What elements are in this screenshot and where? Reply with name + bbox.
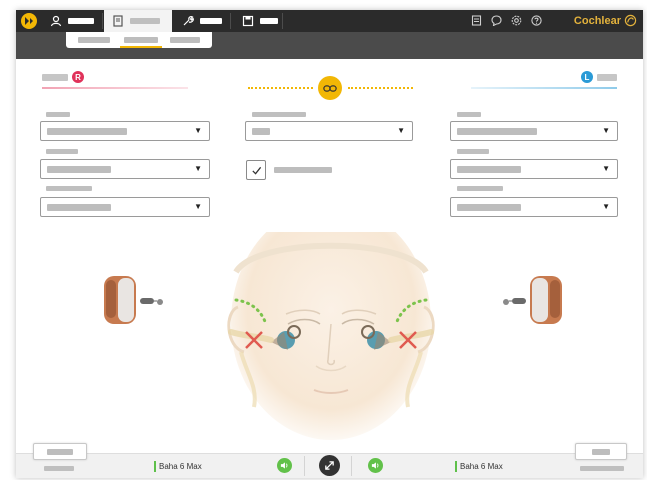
device-status-bar [154, 461, 156, 472]
right-ear-underline [42, 87, 188, 89]
right-field-1-label [46, 112, 70, 117]
subtab-1[interactable] [78, 37, 110, 43]
left-dropdown-2-value [457, 166, 521, 173]
middle-field-label [252, 112, 306, 117]
tab-divider [102, 13, 103, 29]
right-dropdown-2-value [47, 166, 111, 173]
center-toggle-button[interactable] [319, 455, 340, 476]
brand-swirl-icon [624, 14, 637, 27]
chevron-down-icon: ▼ [602, 126, 610, 135]
active-subtab-indicator [120, 46, 162, 48]
left-corner-button[interactable] [575, 443, 627, 460]
home-logo-button[interactable] [21, 13, 37, 29]
left-ear-underline [471, 87, 617, 89]
app-window: Cochlear R L ▼ ▼ ▼ ▼ ▼ ▼ ▼ Baha 6 Max Ba… [16, 10, 643, 478]
middle-checkbox-label [274, 167, 332, 173]
middle-dropdown[interactable]: ▼ [245, 121, 413, 141]
speaker-icon [371, 462, 379, 469]
save-icon [242, 15, 254, 27]
subtab-3[interactable] [170, 37, 200, 43]
right-dropdown-3[interactable]: ▼ [40, 197, 210, 217]
tab-session-label [260, 18, 278, 24]
left-field-3-label [457, 186, 503, 191]
right-bottom-label [44, 466, 74, 471]
person-icon [50, 15, 62, 27]
right-ear-badge: R [72, 71, 84, 83]
tab-fitting-label [130, 18, 160, 24]
right-sound-processor-image [104, 276, 163, 324]
right-corner-button[interactable] [33, 443, 87, 460]
brand-logo: Cochlear [574, 14, 637, 27]
head-illustration [227, 232, 435, 440]
middle-checkbox[interactable] [246, 160, 266, 180]
chevron-down-icon: ▼ [194, 202, 202, 211]
left-dropdown-3[interactable]: ▼ [450, 197, 618, 217]
link-icon [323, 84, 337, 92]
check-icon [251, 166, 261, 175]
tab-tools[interactable] [174, 10, 230, 32]
chevron-down-icon: ▼ [194, 164, 202, 173]
subtab-group [66, 32, 212, 48]
right-dropdown-1-value [47, 128, 127, 135]
left-ear-label [597, 73, 617, 81]
chevron-down-icon: ▼ [602, 202, 610, 211]
middle-dropdown-value [252, 128, 270, 135]
tab-fitting[interactable] [104, 10, 172, 32]
tab-session[interactable] [234, 10, 286, 32]
right-device-name: Baha 6 Max [159, 462, 202, 471]
link-dotted-line-right [348, 87, 413, 89]
left-ear-header: L [581, 69, 617, 85]
left-bottom-label [580, 466, 624, 471]
tab-tools-label [200, 18, 222, 24]
left-sound-processor-image [503, 276, 562, 324]
left-dropdown-3-value [457, 204, 521, 211]
left-corner-button-label [592, 449, 610, 455]
tab-divider [230, 13, 231, 29]
chevron-down-icon: ▼ [602, 164, 610, 173]
wrench-icon [183, 16, 194, 26]
left-ear-badge: L [581, 71, 593, 83]
right-dropdown-3-value [47, 204, 111, 211]
right-ear-header: R [42, 69, 84, 85]
cochlear-arrow-logo-icon [25, 17, 33, 25]
chevron-down-icon: ▼ [397, 126, 405, 135]
left-device-label: Baha 6 Max [455, 461, 503, 472]
notes-icon[interactable] [471, 15, 482, 26]
left-dropdown-1[interactable]: ▼ [450, 121, 618, 141]
top-navigation-bar: Cochlear [16, 10, 643, 32]
document-icon [113, 15, 123, 27]
right-field-2-label [46, 149, 78, 154]
right-sound-button[interactable] [277, 458, 292, 473]
secondary-navigation-bar [16, 32, 643, 59]
subtab-2[interactable] [124, 37, 158, 43]
right-corner-button-label [47, 449, 73, 455]
link-sides-button[interactable] [318, 76, 342, 100]
tab-patient[interactable] [42, 10, 102, 32]
bottom-divider [304, 456, 305, 476]
chat-icon[interactable] [491, 15, 502, 26]
expand-arrows-icon [325, 461, 334, 470]
left-sound-button[interactable] [368, 458, 383, 473]
left-device-name: Baha 6 Max [460, 462, 503, 471]
bottom-divider [351, 456, 352, 476]
tab-patient-label [68, 18, 94, 24]
brand-name: Cochlear [573, 14, 621, 27]
speaker-icon [280, 462, 288, 469]
settings-icon[interactable] [511, 15, 522, 26]
left-field-1-label [457, 112, 481, 117]
tab-divider [282, 13, 283, 29]
left-dropdown-2[interactable]: ▼ [450, 159, 618, 179]
chevron-down-icon: ▼ [194, 126, 202, 135]
right-device-label: Baha 6 Max [154, 461, 202, 472]
right-dropdown-2[interactable]: ▼ [40, 159, 210, 179]
help-icon[interactable] [531, 15, 542, 26]
header-actions [471, 15, 542, 26]
right-field-3-label [46, 186, 92, 191]
right-dropdown-1[interactable]: ▼ [40, 121, 210, 141]
link-dotted-line-left [248, 87, 313, 89]
left-dropdown-1-value [457, 128, 537, 135]
left-field-2-label [457, 149, 489, 154]
right-ear-label [42, 73, 68, 81]
device-status-bar [455, 461, 457, 472]
